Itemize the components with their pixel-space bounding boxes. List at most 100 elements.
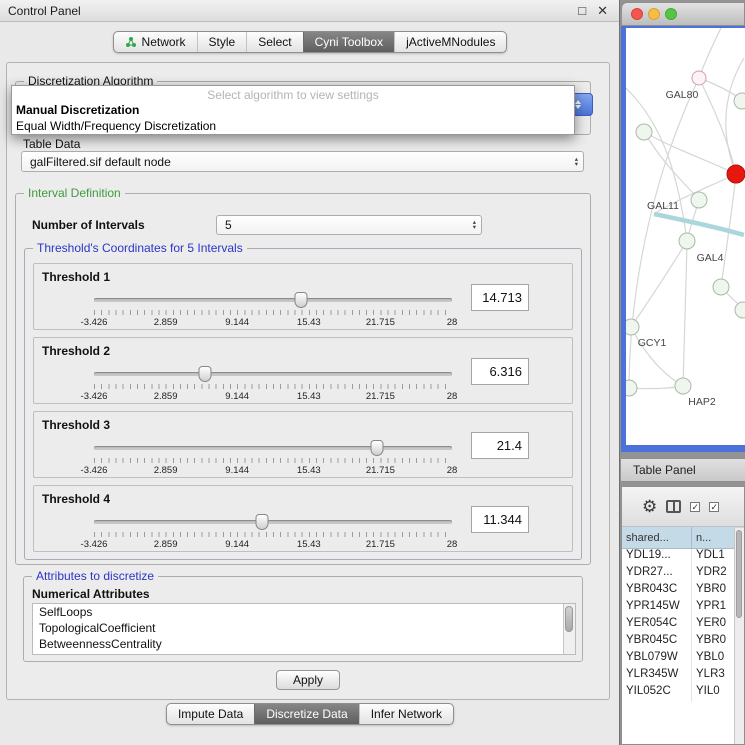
cell-name: YDL1 — [692, 549, 734, 566]
slider-scale-label: 21.715 — [366, 465, 395, 476]
gear-icon[interactable]: ⚙ — [642, 498, 657, 515]
threshold-panel: Threshold 2 -3.4262.8599.14415.4321.7152… — [33, 337, 573, 404]
network-node[interactable] — [691, 192, 707, 208]
network-node[interactable] — [727, 165, 745, 183]
slider-thumb[interactable] — [370, 440, 383, 456]
network-window-titlebar — [621, 2, 745, 26]
network-node[interactable] — [626, 319, 639, 335]
attribute-item[interactable]: TopologicalCoefficient — [33, 620, 575, 636]
tab-network[interactable]: Network — [114, 32, 197, 52]
network-node[interactable] — [713, 279, 729, 295]
close-traffic-light-icon[interactable] — [631, 8, 643, 20]
table-scrollbar[interactable] — [734, 528, 744, 744]
attribute-item[interactable]: BetweennessCentrality — [33, 636, 575, 652]
threshold-value-field[interactable]: 14.713 — [471, 284, 529, 311]
network-node[interactable] — [735, 302, 745, 318]
network-node[interactable] — [636, 124, 652, 140]
slider-scale-label: 9.144 — [225, 317, 249, 328]
tab-select[interactable]: Select — [246, 32, 302, 52]
dropdown-option-manual[interactable]: Manual Discretization — [12, 103, 574, 117]
table-data-combobox[interactable]: galFiltered.sif default node ▴▾ — [21, 151, 584, 172]
node-label: GAL80 — [666, 89, 699, 101]
scrollbar-thumb[interactable] — [736, 530, 742, 618]
network-node[interactable] — [626, 380, 637, 396]
tab-label: Style — [209, 35, 236, 49]
interval-definition-group: Interval Definition Number of Intervals … — [15, 193, 591, 565]
threshold-slider[interactable]: -3.4262.8599.14415.4321.71528 — [94, 364, 452, 402]
slider-scale-label: 21.715 — [366, 391, 395, 402]
table-row[interactable]: YIL052C YIL0 — [622, 685, 734, 702]
list-scrollbar[interactable] — [563, 604, 575, 654]
network-edge — [683, 241, 687, 386]
thresholds-container: Threshold 1 -3.4262.8599.14415.4321.7152… — [33, 263, 573, 559]
table-row[interactable]: YDR27... YDR2 — [622, 566, 734, 583]
slider-scale-label: 21.715 — [366, 539, 395, 550]
dropdown-prompt: Select algorithm to view settings — [12, 88, 574, 102]
slider-scale-label: 15.43 — [297, 317, 321, 328]
network-canvas[interactable]: GAL80GAL11GAL4GCY1HAP2 — [626, 28, 745, 445]
columns-icon[interactable] — [666, 500, 681, 513]
checkbox-icon[interactable]: ✓ — [690, 502, 700, 512]
table-header-row: shared... n... — [622, 527, 744, 549]
slider-thumb[interactable] — [294, 292, 307, 308]
slider-scale-label: -3.426 — [81, 539, 108, 550]
tab-cyni-toolbox[interactable]: Cyni Toolbox — [303, 32, 394, 52]
slider-scale-label: 28 — [447, 539, 458, 550]
threshold-panel: Threshold 1 -3.4262.8599.14415.4321.7152… — [33, 263, 573, 330]
tab-jactivemnodules[interactable]: jActiveMNodules — [394, 32, 506, 52]
zoom-traffic-light-icon[interactable] — [665, 8, 677, 20]
apply-button[interactable]: Apply — [276, 670, 340, 690]
table-row[interactable]: YBR043C YBR0 — [622, 583, 734, 600]
attribute-item[interactable]: SelfLoops — [33, 604, 575, 620]
table-row[interactable]: YPR145W YPR1 — [622, 600, 734, 617]
slider-thumb[interactable] — [256, 514, 269, 530]
tab-infer-network[interactable]: Infer Network — [359, 704, 453, 724]
tab-label: Network — [142, 35, 186, 49]
numerical-attributes-list[interactable]: SelfLoopsTopologicalCoefficientBetweenne… — [32, 603, 576, 655]
number-of-intervals-combobox[interactable]: 5 ▴▾ — [216, 215, 482, 235]
right-column: GAL80GAL11GAL4GCY1HAP2 Table Panel ⚙ ✓ ✓… — [620, 0, 745, 745]
table-row[interactable]: YLR345W YLR3 — [622, 668, 734, 685]
network-view-window: GAL80GAL11GAL4GCY1HAP2 — [621, 2, 745, 452]
column-header-shared-name[interactable]: shared... — [622, 527, 692, 548]
threshold-slider[interactable]: -3.4262.8599.14415.4321.71528 — [94, 512, 452, 550]
threshold-slider[interactable]: -3.4262.8599.14415.4321.71528 — [94, 290, 452, 328]
threshold-label: Threshold 3 — [42, 418, 110, 432]
network-edge — [699, 28, 721, 78]
float-window-icon[interactable]: □ — [578, 3, 586, 18]
threshold-slider[interactable]: -3.4262.8599.14415.4321.71528 — [94, 438, 452, 476]
tab-impute-data[interactable]: Impute Data — [167, 704, 254, 724]
slider-scale-label: 2.859 — [154, 465, 178, 476]
cell-shared-name: YDL19... — [622, 549, 692, 566]
slider-thumb[interactable] — [198, 366, 211, 382]
tab-discretize-data[interactable]: Discretize Data — [254, 704, 358, 724]
table-row[interactable]: YBL079W YBL0 — [622, 651, 734, 668]
slider-scale-label: 28 — [447, 317, 458, 328]
table-row[interactable]: YBR045C YBR0 — [622, 634, 734, 651]
slider-ticks — [94, 384, 452, 389]
slider-track[interactable] — [94, 446, 452, 450]
slider-scale-label: -3.426 — [81, 317, 108, 328]
threshold-value-field[interactable]: 6.316 — [471, 358, 529, 385]
slider-track[interactable] — [94, 372, 452, 376]
top-tab-bar: Network Style Select Cyni Toolbox jActiv… — [0, 31, 620, 53]
table-row[interactable]: YDL19... YDL1 — [622, 549, 734, 566]
threshold-value-field[interactable]: 21.4 — [471, 432, 529, 459]
minimize-traffic-light-icon[interactable] — [648, 8, 660, 20]
checkbox-icon[interactable]: ✓ — [709, 502, 719, 512]
scrollbar-thumb[interactable] — [565, 606, 573, 632]
bottom-tab-group: Impute Data Discretize Data Infer Networ… — [166, 703, 454, 725]
slider-scale-label: 9.144 — [225, 391, 249, 402]
tab-style[interactable]: Style — [197, 32, 247, 52]
slider-track[interactable] — [94, 520, 452, 524]
network-node[interactable] — [679, 233, 695, 249]
table-row[interactable]: YER054C YER0 — [622, 617, 734, 634]
dropdown-option-equal-width[interactable]: Equal Width/Frequency Discretization — [12, 119, 574, 133]
slider-track[interactable] — [94, 298, 452, 302]
spinner-icon: ▴▾ — [473, 220, 476, 230]
network-node[interactable] — [734, 93, 745, 109]
close-icon[interactable]: ✕ — [597, 3, 608, 19]
network-node[interactable] — [692, 71, 706, 85]
threshold-value-field[interactable]: 11.344 — [471, 506, 529, 533]
network-node[interactable] — [675, 378, 691, 394]
